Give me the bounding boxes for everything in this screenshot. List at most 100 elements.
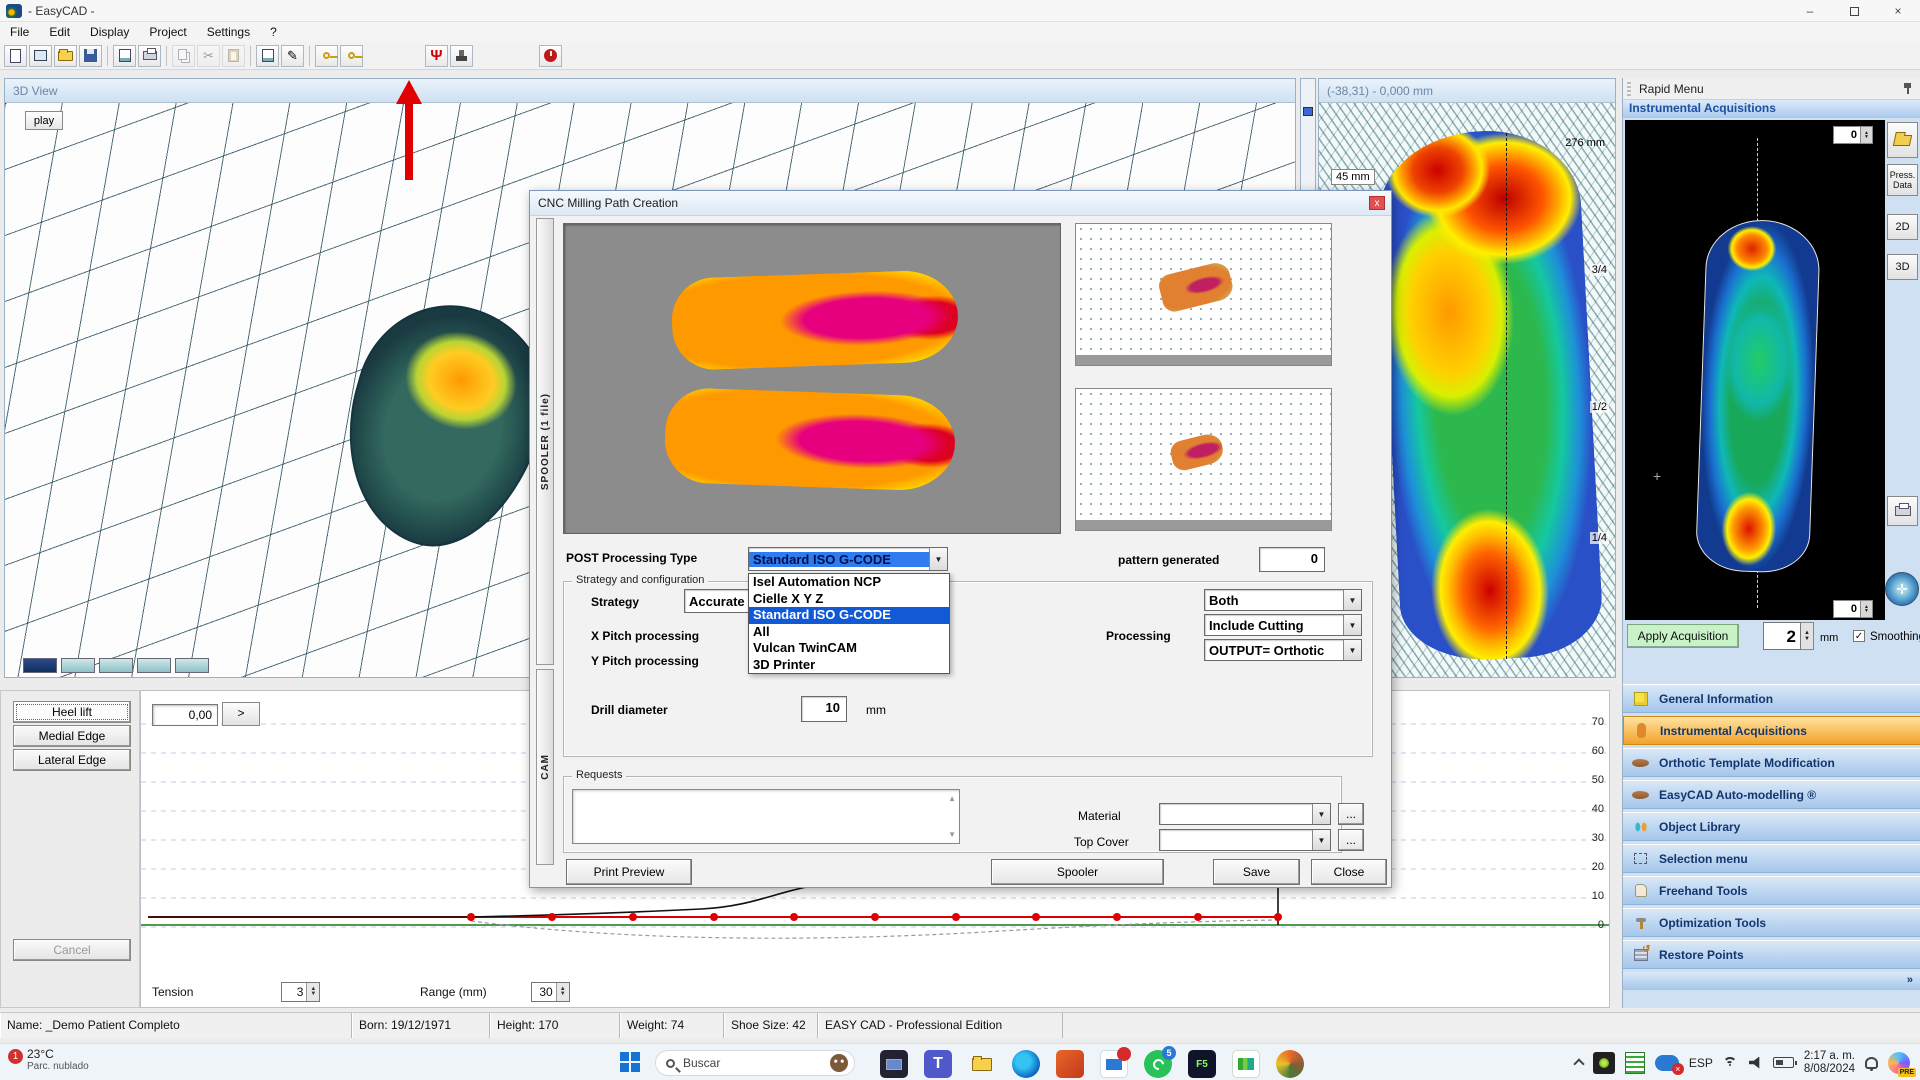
processing-combo-1[interactable]: Both ▼	[1204, 589, 1362, 611]
view-thumbnail[interactable]	[61, 658, 95, 673]
sidebar-more-bar[interactable]: »	[1623, 972, 1920, 990]
top-cover-browse-button[interactable]: ...	[1338, 829, 1364, 851]
minimize-button[interactable]: –	[1788, 0, 1832, 22]
key-tool-2-icon[interactable]	[340, 45, 363, 67]
colorbar-thumb[interactable]	[1303, 107, 1313, 116]
sidebar-item-selection-menu[interactable]: Selection menu	[1623, 844, 1920, 873]
dropdown-option[interactable]: Isel Automation NCP	[749, 574, 949, 591]
language-indicator[interactable]: ESP	[1689, 1056, 1713, 1070]
chevron-down-icon[interactable]: ▼	[1343, 590, 1361, 610]
menu-edit[interactable]: Edit	[39, 23, 80, 41]
key-tool-icon[interactable]	[315, 45, 338, 67]
foot-heatmap-right[interactable]	[1695, 218, 1821, 574]
chevron-down-icon[interactable]: ▼	[1343, 615, 1361, 635]
foot-heatmap-left[interactable]	[1375, 126, 1604, 664]
paste-icon[interactable]	[222, 45, 245, 67]
chevron-down-icon[interactable]: ▼	[929, 548, 947, 570]
start-button[interactable]	[620, 1052, 641, 1073]
view-thumbnail[interactable]	[175, 658, 209, 673]
offset-mm-spinner[interactable]: ▲▼	[1801, 622, 1814, 650]
menu-settings[interactable]: Settings	[197, 23, 260, 41]
search-input[interactable]: Buscar	[655, 1050, 855, 1076]
range-value[interactable]: 30	[532, 983, 556, 1001]
menu-file[interactable]: File	[0, 23, 39, 41]
new-frame-icon[interactable]	[29, 45, 52, 67]
pan-navigation-icon[interactable]: ✛	[1885, 572, 1919, 606]
lateral-edge-button[interactable]: Lateral Edge	[13, 749, 131, 771]
pin-icon[interactable]	[1903, 82, 1912, 95]
sidebar-item-object-library[interactable]: Object Library	[1623, 812, 1920, 841]
print-preview-button[interactable]: Print Preview	[566, 859, 692, 885]
spooler-stamp-icon[interactable]	[450, 45, 473, 67]
maximize-button[interactable]	[1832, 0, 1876, 22]
clock[interactable]: 2:17 a. m. 8/08/2024	[1804, 1050, 1855, 1076]
tension-spinner[interactable]: ▲▼	[306, 983, 319, 1001]
copilot-icon[interactable]: PRE	[1888, 1052, 1910, 1074]
grip-icon[interactable]	[1627, 82, 1631, 96]
menu-help[interactable]: ?	[260, 23, 287, 41]
nvidia-icon[interactable]	[1593, 1052, 1615, 1074]
view-3d-button[interactable]: 3D	[1887, 254, 1918, 280]
chevron-down-icon[interactable]: ▼	[1312, 830, 1330, 850]
material-combo[interactable]: ▼	[1159, 803, 1331, 825]
play-button[interactable]: play	[25, 111, 63, 130]
chevron-down-icon[interactable]: ▼	[1343, 640, 1361, 660]
battery-icon[interactable]	[1773, 1057, 1794, 1068]
requests-textarea[interactable]: ▲ ▼	[572, 789, 960, 844]
view-thumbnail[interactable]	[23, 658, 57, 673]
close-button[interactable]: ×	[1876, 0, 1920, 22]
print-preview-icon[interactable]	[113, 45, 136, 67]
milling-tool-icon[interactable]: Ψ	[425, 45, 448, 67]
report-icon[interactable]	[256, 45, 279, 67]
view-thumbnail[interactable]	[99, 658, 133, 673]
medial-edge-button[interactable]: Medial Edge	[13, 725, 131, 747]
save-button[interactable]: Save	[1213, 859, 1300, 885]
wifi-icon[interactable]	[1723, 1057, 1739, 1068]
bottom-offset-spinner[interactable]: 0 ▲▼	[1833, 600, 1873, 618]
offset-mm-field[interactable]: 2	[1763, 622, 1801, 650]
dialog-close-button[interactable]: x	[1369, 196, 1385, 210]
dropdown-option[interactable]: Cielle X Y Z	[749, 591, 949, 608]
sidebar-item-instrumental-acquisitions[interactable]: Instrumental Acquisitions	[1623, 716, 1920, 745]
f5-app-icon[interactable]: F5	[1188, 1050, 1216, 1078]
charts-app-icon[interactable]	[1232, 1050, 1260, 1078]
heel-lift-apply-button[interactable]: >	[222, 702, 260, 726]
monitor-icon[interactable]	[880, 1050, 908, 1078]
sidebar-item-easycad-auto-modelling[interactable]: EasyCAD Auto-modelling ®	[1623, 780, 1920, 809]
press-data-button[interactable]: Press. Data	[1887, 164, 1918, 196]
office-icon[interactable]	[1056, 1050, 1084, 1078]
processing-combo-2[interactable]: Include Cutting ▼	[1204, 614, 1362, 636]
apply-acquisition-button[interactable]: Apply Acquisition	[1627, 624, 1739, 648]
acquisition-view[interactable]: +	[1625, 120, 1885, 626]
range-spinner[interactable]: ▲▼	[556, 983, 569, 1001]
smoothing-checkbox[interactable]: ✓	[1853, 630, 1865, 642]
heel-lift-button[interactable]: Heel lift	[13, 701, 131, 723]
notifications-bell-icon[interactable]	[1865, 1057, 1878, 1069]
mail-icon[interactable]	[1100, 1050, 1128, 1078]
sidebar-item-optimization-tools[interactable]: Optimization Tools	[1623, 908, 1920, 937]
print-icon[interactable]	[138, 45, 161, 67]
teams-icon[interactable]: T	[924, 1050, 952, 1078]
drill-diameter-field[interactable]: 10	[801, 696, 847, 722]
dropdown-option[interactable]: 3D Printer	[749, 657, 949, 674]
copy-icon[interactable]	[172, 45, 195, 67]
sidebar-item-general-information[interactable]: General Information	[1623, 684, 1920, 713]
close-dialog-button[interactable]: Close	[1311, 859, 1387, 885]
scroll-down-icon[interactable]: ▼	[948, 830, 956, 839]
view-thumbnail[interactable]	[137, 658, 171, 673]
sidebar-item-orthotic-template-modification[interactable]: Orthotic Template Modification	[1623, 748, 1920, 777]
chevron-down-icon[interactable]: ▼	[1312, 804, 1330, 824]
tension-value[interactable]: 3	[282, 983, 306, 1001]
volume-icon[interactable]	[1749, 1057, 1763, 1069]
menu-display[interactable]: Display	[80, 23, 139, 41]
new-document-icon[interactable]	[4, 45, 27, 67]
power-icon[interactable]	[539, 45, 562, 67]
pencil-tool-icon[interactable]: ✎	[281, 45, 304, 67]
post-processing-combo[interactable]: Standard ISO G-CODE ▼	[748, 547, 948, 571]
weather-widget[interactable]: 1 23°C Parc. nublado	[8, 1047, 89, 1072]
processing-combo-3[interactable]: OUTPUT= Orthotic ▼	[1204, 639, 1362, 661]
tray-expand-icon[interactable]	[1573, 1058, 1584, 1069]
spooler-tab[interactable]: SPOOLER (1 file)	[536, 218, 554, 665]
scroll-up-icon[interactable]: ▲	[948, 794, 956, 803]
save-icon[interactable]	[79, 45, 102, 67]
